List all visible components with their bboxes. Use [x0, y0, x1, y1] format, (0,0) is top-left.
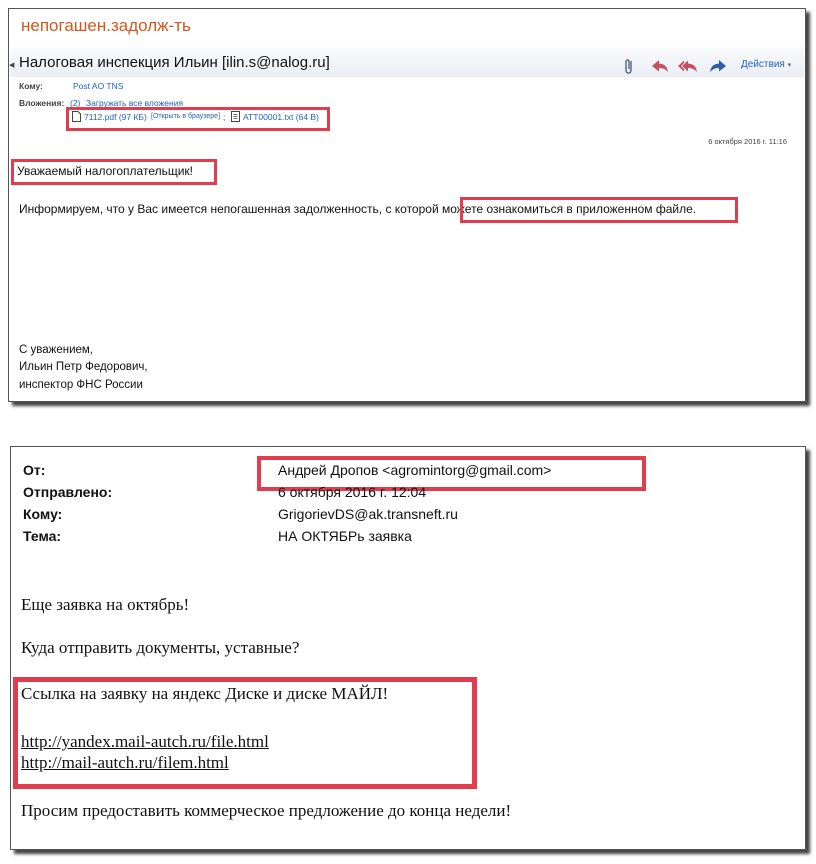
reply-all-icon[interactable]	[677, 57, 699, 75]
actions-label: Действия	[741, 59, 785, 70]
body-line-1: Еще заявка на октябрь!	[21, 595, 190, 614]
actions-menu[interactable]: Действия ▾	[741, 59, 791, 70]
to-label: Кому:	[19, 81, 43, 91]
body-start: Информируем, что у Вас имеется непогашен…	[19, 202, 442, 216]
phishing-link-1[interactable]: http://yandex.mail-autch.ru/file.html	[21, 732, 269, 752]
email-subject: непогашен.задолж-ть	[21, 16, 191, 35]
to-label: Кому:	[23, 506, 63, 522]
from-label: От:	[23, 462, 46, 478]
attachment-txt-link[interactable]: ATT00001.txt (64 B)	[243, 112, 319, 122]
body-line-3: Ссылка на заявку на яндекс Диске и диске…	[21, 684, 389, 703]
signature-line-1: С уважением,	[19, 344, 93, 356]
paperclip-icon[interactable]	[619, 57, 641, 75]
from-value: Андрей Дропов <agromintorg@gmail.com>	[278, 462, 552, 478]
text-file-icon	[231, 111, 240, 122]
collapse-triangle-icon[interactable]: ◀	[9, 61, 14, 69]
attachment-pdf-link[interactable]: 7112.pdf (97 КБ)	[84, 112, 147, 122]
received-date: 6 октября 2016 г. 11:16	[708, 137, 787, 146]
email-panel-tax: непогашен.задолж-ть ◀ Налоговая инспекци…	[8, 8, 806, 402]
body-line-4: Просим предоставить коммерческое предлож…	[21, 801, 512, 820]
open-in-browser-link[interactable]: [Открыть в браузере]	[151, 113, 220, 120]
sent-value: 6 октября 2016 г. 12:04	[278, 484, 427, 500]
chevron-down-icon: ▾	[787, 62, 792, 69]
sender-name: Налоговая инспекция Ильин [ilin.s@nalog.…	[19, 54, 330, 71]
sent-label: Отправлено:	[23, 484, 113, 500]
subject-value: НА ОКТЯБРь заявка	[278, 528, 412, 544]
email-panel-phishing: От: Отправлено: Кому: Тема: Андрей Дропо…	[10, 446, 806, 850]
body-highlight-box	[460, 197, 738, 223]
signature-line-3: инспектор ФНС России	[19, 379, 143, 391]
subject-label: Тема:	[23, 528, 62, 544]
to-recipient[interactable]: Post AO TNS	[73, 81, 123, 91]
phishing-link-2[interactable]: http://mail-autch.ru/filem.html	[21, 753, 229, 773]
document-icon	[72, 111, 81, 122]
forward-icon[interactable]	[707, 57, 729, 75]
signature-line-2: Ильин Петр Федорович,	[19, 361, 148, 373]
to-value: GrigorievDS@ak.transneft.ru	[278, 506, 458, 522]
attachment-separator: ;	[223, 112, 226, 122]
greeting-text: Уважаемый налогоплательщик!	[17, 164, 194, 178]
reply-icon[interactable]	[649, 57, 671, 75]
attachments-label: Вложения:	[19, 98, 65, 108]
body-line-2: Куда отправить документы, уставные?	[21, 638, 300, 657]
